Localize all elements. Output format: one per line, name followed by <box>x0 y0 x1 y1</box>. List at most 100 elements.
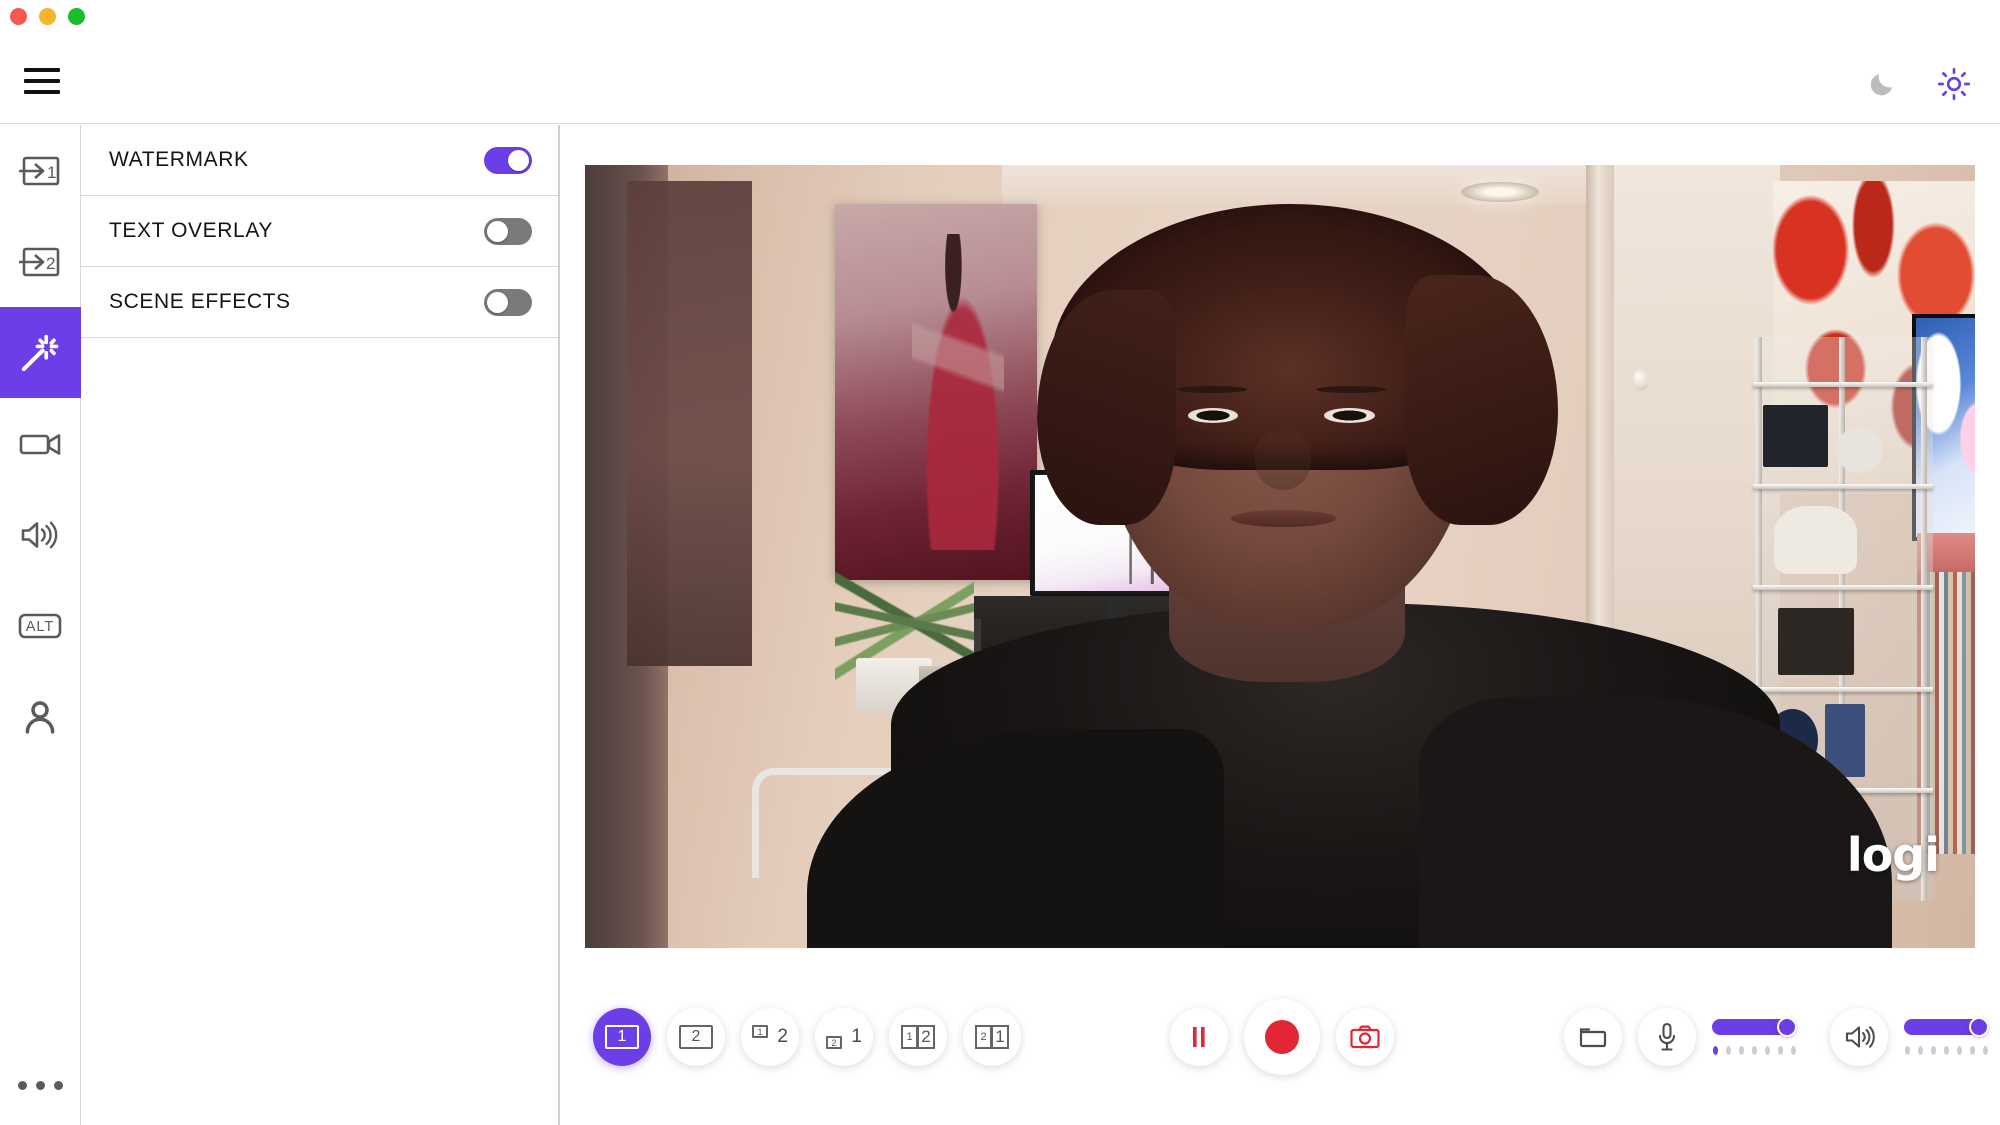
theme-toggle-group <box>1862 64 1974 104</box>
sidebar-item-input-2[interactable]: 2 <box>0 216 81 307</box>
text-overlay-toggle[interactable] <box>484 217 532 245</box>
sidebar-item-alt[interactable]: ALT <box>0 580 81 671</box>
camera-icon <box>19 433 61 455</box>
layout-pip-2-over-1-button[interactable]: 2 1 <box>815 1008 873 1066</box>
sidebar-item-profile[interactable] <box>0 671 81 762</box>
hamburger-menu-icon[interactable] <box>20 60 64 102</box>
speaker-button[interactable] <box>1830 1008 1888 1066</box>
sidebar-item-effects[interactable] <box>0 307 81 398</box>
microphone-icon <box>1658 1022 1676 1051</box>
dark-mode-button[interactable] <box>1862 64 1902 104</box>
svg-text:ALT: ALT <box>26 619 55 635</box>
subject-nose <box>1254 431 1311 490</box>
subject-shoulder-left <box>807 728 1225 948</box>
subject-person <box>585 165 1975 948</box>
setting-label-watermark: WATERMARK <box>109 148 249 171</box>
hamburger-line <box>24 68 60 72</box>
setting-label-scene-effects: SCENE EFFECTS <box>109 290 291 313</box>
light-mode-button[interactable] <box>1934 64 1974 104</box>
level-dot <box>1983 1046 1988 1055</box>
svg-text:2: 2 <box>46 254 55 273</box>
sidebar-more-options-button[interactable] <box>0 1045 81 1125</box>
slider-knob[interactable] <box>1777 1017 1797 1037</box>
level-dot <box>1778 1046 1783 1055</box>
window-traffic-lights <box>10 8 85 25</box>
open-folder-button[interactable] <box>1564 1008 1622 1066</box>
layout-single-2-button[interactable]: 2 <box>667 1008 725 1066</box>
layout-split-right: 1 <box>992 1025 1009 1049</box>
record-icon <box>1265 1020 1299 1054</box>
layout-split-2-1-icon: 2 1 <box>975 1025 1009 1049</box>
level-dot <box>1970 1046 1975 1055</box>
settings-panel: WATERMARK TEXT OVERLAY SCENE EFFECTS <box>81 125 559 1125</box>
layout-single-1-button[interactable]: 1 <box>593 1008 651 1066</box>
left-icon-rail: 1 2 ALT <box>0 125 81 1125</box>
layout-single-1-icon: 1 <box>605 1025 639 1049</box>
level-dot <box>1752 1046 1757 1055</box>
level-dot <box>1726 1046 1731 1055</box>
layout-pip-main: 2 <box>777 1026 788 1047</box>
layout-split-1-2-icon: 1 2 <box>901 1025 935 1049</box>
pause-button[interactable] <box>1170 1008 1228 1066</box>
slider-knob[interactable] <box>1969 1017 1989 1037</box>
level-dot <box>1957 1046 1962 1055</box>
layout-split-2-1-button[interactable]: 2 1 <box>963 1008 1021 1066</box>
audio-control-group <box>1564 1008 1989 1066</box>
toggle-knob <box>487 220 508 242</box>
minimize-window-button[interactable] <box>39 8 56 25</box>
layout-pip-1-over-2-icon: 1 2 <box>752 1025 788 1049</box>
sidebar-item-input-1[interactable]: 1 <box>0 125 81 216</box>
transport-button-group <box>1170 999 1394 1075</box>
record-button[interactable] <box>1244 999 1320 1075</box>
level-dot <box>1739 1046 1744 1055</box>
speaker-volume-slider[interactable] <box>1904 1017 1989 1037</box>
setting-row-watermark[interactable]: WATERMARK <box>81 125 558 196</box>
level-dot <box>1944 1046 1949 1055</box>
microphone-button[interactable] <box>1638 1008 1696 1066</box>
more-options-dot <box>35 1080 45 1090</box>
microphone-volume-slider[interactable] <box>1712 1017 1797 1037</box>
input-source-1-icon: 1 <box>19 156 60 185</box>
video-scene: logi <box>585 165 1975 948</box>
layout-pip-main: 1 <box>851 1026 862 1047</box>
sidebar-item-camera[interactable] <box>0 398 81 489</box>
folder-icon <box>1579 1028 1607 1048</box>
layout-split-right: 2 <box>918 1025 935 1049</box>
watermark-toggle[interactable] <box>484 146 532 174</box>
level-dot <box>1918 1046 1923 1055</box>
speaker-icon <box>21 521 58 548</box>
level-dot <box>1765 1046 1770 1055</box>
toggle-knob <box>487 291 508 313</box>
camera-icon <box>1350 1025 1380 1049</box>
microphone-level-meter <box>1712 1046 1796 1055</box>
speaker-level-meter <box>1904 1046 1988 1055</box>
speaker-level-group <box>1904 1017 1989 1055</box>
main-stage: logi 1 2 1 2 2 1 1 2 2 1 <box>560 125 2000 1125</box>
setting-row-text-overlay[interactable]: TEXT OVERLAY <box>81 196 558 267</box>
hamburger-line <box>24 79 60 83</box>
video-preview[interactable]: logi <box>585 165 1975 948</box>
setting-label-text-overlay: TEXT OVERLAY <box>109 219 273 242</box>
microphone-level-group <box>1712 1017 1797 1055</box>
maximize-window-button[interactable] <box>68 8 85 25</box>
layout-pip-2-over-1-icon: 2 1 <box>826 1025 862 1049</box>
layout-pip-1-over-2-button[interactable]: 1 2 <box>741 1008 799 1066</box>
setting-row-scene-effects[interactable]: SCENE EFFECTS <box>81 267 558 338</box>
subject-mouth <box>1231 509 1336 527</box>
title-bar <box>0 0 2000 38</box>
layout-split-1-2-button[interactable]: 1 2 <box>889 1008 947 1066</box>
layout-split-left: 2 <box>975 1025 992 1049</box>
snapshot-button[interactable] <box>1336 1008 1394 1066</box>
level-dot <box>1905 1046 1910 1055</box>
alt-icon: ALT <box>18 613 62 638</box>
layout-pip-inset: 2 <box>826 1036 842 1049</box>
level-dot <box>1713 1046 1718 1055</box>
more-options-dot <box>17 1080 27 1090</box>
subject-eye-left <box>1188 407 1239 423</box>
hamburger-line <box>24 90 60 94</box>
more-options-dot <box>53 1080 63 1090</box>
subject-eyebrow-right <box>1316 385 1386 393</box>
scene-effects-toggle[interactable] <box>484 288 532 316</box>
close-window-button[interactable] <box>10 8 27 25</box>
sidebar-item-audio[interactable] <box>0 489 81 580</box>
